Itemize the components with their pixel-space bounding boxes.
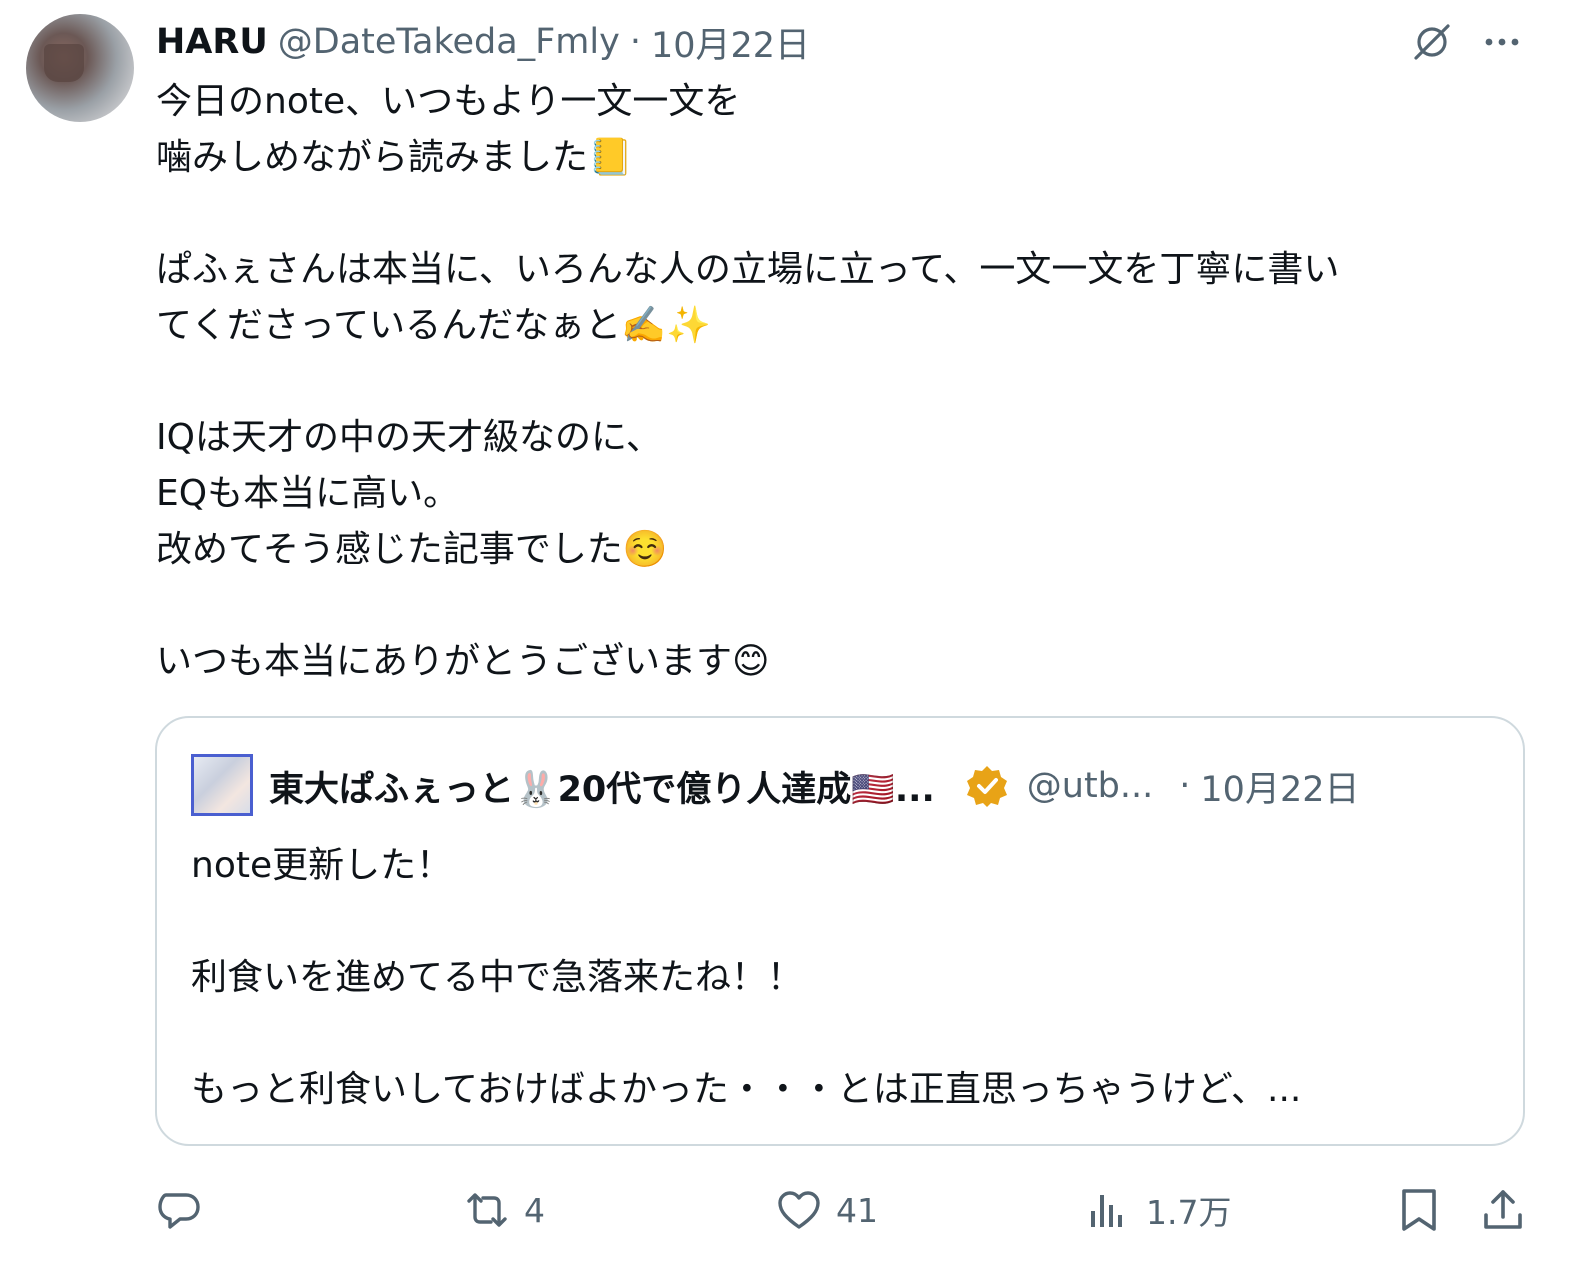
views-icon — [1091, 1195, 1122, 1227]
quoted-header-separator: · — [1179, 766, 1191, 806]
more-icon[interactable] — [1478, 18, 1526, 66]
grok-icon[interactable] — [1408, 18, 1456, 66]
author-name[interactable]: HARU — [156, 22, 268, 62]
bookmark-button[interactable] — [1396, 1184, 1442, 1236]
like-count: 41 — [836, 1190, 878, 1230]
retweet-icon — [467, 1193, 507, 1227]
quoted-post-date[interactable]: 10月22日 — [1200, 761, 1359, 812]
quoted-post-header: 東大ぱふぇっと🐰20代で億り人達成🇺🇸... @utb... · 10月22日 — [269, 758, 1359, 814]
bookmark-icon — [1402, 1189, 1436, 1231]
retweet-button[interactable]: 4 — [464, 1184, 545, 1236]
retweet-count: 4 — [524, 1190, 545, 1230]
post-date[interactable]: 10月22日 — [651, 17, 810, 68]
quoted-post-text: note更新した！ 利食いを進めてる中で急落来たね！！ もっと利食いしておけばよ… — [191, 845, 1302, 1110]
views-count: 1.7万 — [1146, 1193, 1232, 1232]
quoted-author-name[interactable]: 東大ぱふぇっと🐰20代で億り人達成🇺🇸... — [269, 761, 935, 812]
quoted-author-avatar[interactable] — [191, 754, 253, 816]
author-avatar[interactable] — [26, 14, 134, 122]
author-handle[interactable]: @DateTakeda_Fmly — [278, 22, 620, 62]
verified-badge-icon — [966, 766, 1007, 807]
views-button[interactable]: 1.7万 — [1086, 1184, 1231, 1236]
like-button[interactable]: 41 — [776, 1184, 878, 1236]
post-header: HARU @DateTakeda_Fmly · 10月22日 — [156, 16, 810, 68]
reply-icon — [158, 1193, 200, 1229]
reply-button[interactable] — [156, 1184, 202, 1236]
post-text: 今日のnote、いつもより一文一文を 噛みしめながら読みました📒 ぱふぇさんは本… — [156, 81, 1340, 682]
header-separator: · — [629, 22, 641, 62]
quoted-post-card[interactable]: 東大ぱふぇっと🐰20代で億り人達成🇺🇸... @utb... · 10月22日 … — [155, 716, 1525, 1146]
share-button[interactable] — [1480, 1184, 1526, 1236]
share-icon — [1484, 1190, 1522, 1229]
quoted-author-handle[interactable]: @utb... — [1027, 766, 1154, 806]
heart-icon — [778, 1191, 820, 1229]
